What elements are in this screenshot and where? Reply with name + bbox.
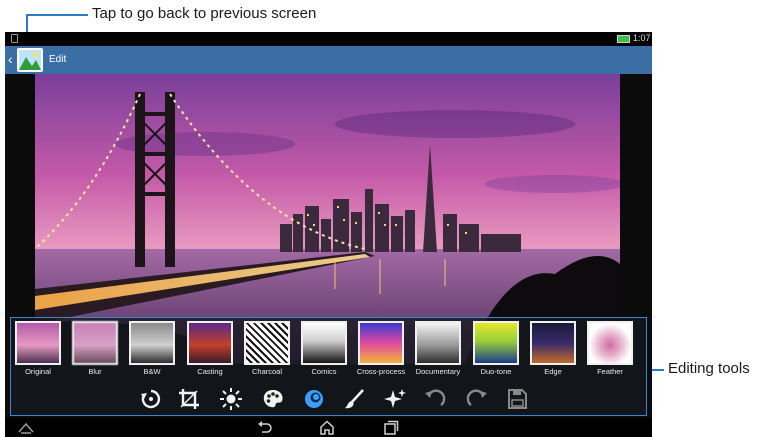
home-menu-icon[interactable]: [18, 420, 34, 435]
effect-label: B&W: [143, 367, 161, 376]
undo-icon[interactable]: [423, 387, 447, 411]
device-screen: 1:07 ‹ Edit Original Blur B&W Casting Ch…: [5, 32, 652, 437]
status-clock: 1:07: [633, 33, 651, 43]
effect-label: Documentary: [415, 367, 461, 376]
effect-label: Feather: [597, 367, 623, 376]
effect-cross-process[interactable]: Cross-process: [357, 321, 405, 379]
save-icon[interactable]: [505, 387, 529, 411]
effect-thumbnail: [301, 321, 347, 365]
effect-feather[interactable]: Feather: [587, 321, 633, 379]
callout-back-label: Tap to go back to previous screen: [92, 5, 317, 22]
effects-strip: Original Blur B&W Casting Charcoal Comic…: [11, 321, 651, 381]
effect-thumbnail: [15, 321, 61, 365]
effect-thumbnail: [587, 321, 633, 365]
action-bar: ‹ Edit: [5, 46, 652, 74]
home-icon[interactable]: [319, 420, 335, 435]
effect-original[interactable]: Original: [15, 321, 61, 379]
effect-documentary[interactable]: Documentary: [415, 321, 461, 379]
gallery-app-icon[interactable]: [17, 48, 43, 72]
color-palette-tool-icon[interactable]: [261, 387, 285, 411]
callout-tools-label: Editing tools: [668, 360, 750, 377]
effect-casting[interactable]: Casting: [187, 321, 233, 379]
effect-thumbnail: [129, 321, 175, 365]
screen-title: Edit: [49, 54, 67, 65]
effect-bw[interactable]: B&W: [129, 321, 175, 379]
effect-charcoal[interactable]: Charcoal: [244, 321, 290, 379]
crop-tool-icon[interactable]: [177, 387, 201, 411]
effect-edge[interactable]: Edge: [530, 321, 576, 379]
back-chevron-icon[interactable]: ‹: [8, 52, 13, 66]
back-icon[interactable]: [257, 420, 273, 435]
effect-thumbnail: [244, 321, 290, 365]
system-navigation-bar: [5, 418, 652, 437]
editing-tools-panel: Original Blur B&W Casting Charcoal Comic…: [10, 317, 647, 416]
callout-back-leader-h: [26, 14, 88, 16]
brightness-tool-icon[interactable]: [219, 387, 243, 411]
effect-thumbnail: [72, 321, 118, 365]
effect-thumbnail: [530, 321, 576, 365]
effect-thumbnail: [473, 321, 519, 365]
effect-thumbnail: [358, 321, 404, 365]
effect-blur[interactable]: Blur: [72, 321, 118, 379]
status-bar: 1:07: [5, 32, 652, 46]
redo-icon[interactable]: [465, 387, 489, 411]
tool-row: [11, 382, 648, 416]
battery-icon: [617, 35, 630, 43]
notification-icon: [11, 34, 18, 43]
effects-tool-icon[interactable]: [302, 387, 326, 411]
effect-thumbnail: [187, 321, 233, 365]
brush-tool-icon[interactable]: [343, 387, 367, 411]
rotate-tool-icon[interactable]: [139, 387, 163, 411]
effect-thumbnail: [415, 321, 461, 365]
sparkle-tool-icon[interactable]: [383, 387, 407, 411]
effect-duo-tone[interactable]: Duo-tone: [473, 321, 519, 379]
effect-comics[interactable]: Comics: [301, 321, 347, 379]
recent-apps-icon[interactable]: [383, 420, 399, 435]
